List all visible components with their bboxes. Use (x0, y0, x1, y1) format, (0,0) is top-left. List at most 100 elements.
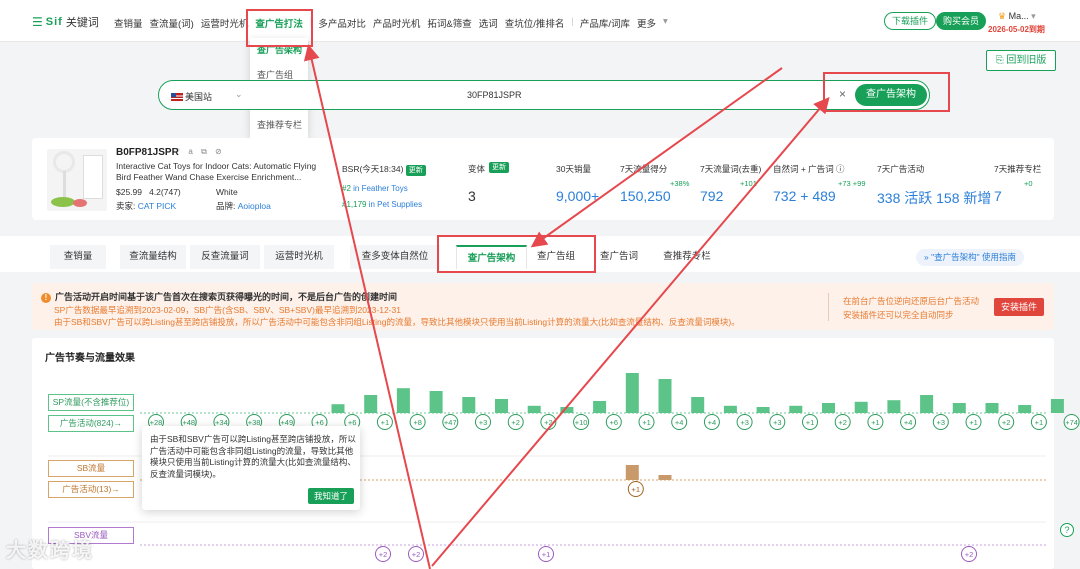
search-bar: 美国站 ⌄ 30FP81JSPR × 查广告架构 (158, 80, 930, 110)
tab-5[interactable]: 查广告架构 (456, 245, 527, 269)
tooltip-text: 由于SB和SBV广告可以跨Listing甚至跨店铺投放，所以广告活动中可能包含非… (150, 434, 356, 479)
chevron-down-icon[interactable]: ⌄ (235, 89, 243, 100)
nav-item[interactable]: 选词 (479, 16, 498, 30)
metric-value[interactable]: 732 + 489 (773, 188, 836, 204)
help-icon[interactable]: ? (1060, 523, 1074, 537)
notice-right-1: 在前台广告位逆向还原后台广告活动 (843, 296, 980, 306)
got-it-button[interactable]: 我知道了 (308, 488, 354, 504)
tab-4[interactable]: 查多变体自然位 (350, 245, 440, 269)
tab-7[interactable]: 查广告词 (590, 245, 648, 269)
download-plugin-button[interactable]: 下载插件 (884, 12, 937, 30)
metric-value[interactable]: 7 (994, 188, 1002, 204)
tab-2[interactable]: 反查流量词 (190, 245, 260, 269)
metric-value[interactable]: 792 (700, 188, 723, 204)
cross-listing-tooltip: 由于SB和SBV广告可以跨Listing甚至跨店铺投放，所以广告活动中可能包含非… (142, 426, 360, 510)
seller-label: 卖家: (116, 201, 136, 211)
notice-right-2: 安装插件还可以完全自动同步 (843, 310, 954, 320)
seller: 卖家: CAT PICK (116, 200, 176, 212)
crown-icon: ♛ (998, 11, 1007, 21)
nav-separator: | (571, 16, 574, 27)
metric-label: 7天流量得分 (620, 164, 668, 174)
update-badge[interactable]: 更新 (489, 162, 509, 173)
metric-label: 自然词 + 广告词 ⓘ (773, 164, 845, 174)
usage-guide-link[interactable]: » "查广告架构" 使用指南 (916, 249, 1025, 266)
search-input[interactable]: 30FP81JSPR (467, 90, 522, 100)
metric-change: +73 +99 (838, 179, 866, 188)
metric-value[interactable]: 338 活跃 158 新增 (877, 188, 991, 208)
rating: 4.2(747) (149, 187, 181, 197)
product-asin[interactable]: B0FP81JSPR (116, 147, 179, 158)
bsr-title: BSR(今天18:34) (342, 164, 404, 174)
tab-8[interactable]: 查推荐专栏 (654, 245, 720, 269)
top-navigation-bar: ☰ Sif 关键词 查销量 查流量(词) 运营时光机 查广告打法 | 多产品对比 产品时光机… (0, 0, 1080, 42)
brand-subtitle: 关键词 (65, 17, 99, 29)
metric-value[interactable]: 150,250 (620, 188, 671, 204)
nav-item[interactable]: 查坑位/推排名 (505, 16, 565, 30)
main-nav: 查销量 查流量(词) 运营时光机 查广告打法 | 多产品对比 产品时光机 拓词&筛查 选词 查坑位… (114, 16, 675, 30)
site-selector[interactable]: 美国站 (171, 90, 212, 103)
sb-campaigns-link[interactable]: 广告活动(13)→ (48, 481, 134, 498)
nav-separator: | (309, 16, 313, 27)
metric-label: 30天销量 (556, 164, 591, 174)
metric-change: +101 (740, 179, 757, 188)
product-image[interactable] (47, 149, 107, 211)
product-price-rating: $25.99 4.2(747) (116, 187, 181, 197)
rank1-number: #2 (342, 184, 351, 193)
old-version-label: 回到旧版 (1006, 55, 1047, 66)
sb-flow-legend[interactable]: SB流量 (48, 460, 134, 477)
rank-pet-supplies[interactable]: #1,179 in Pet Supplies (342, 200, 422, 209)
metric-value[interactable]: 3 (468, 188, 476, 204)
sp-flow-legend[interactable]: SP流量(不含推荐位) (48, 394, 134, 411)
nav-item[interactable]: 更多 (637, 16, 656, 30)
metric-change: +38% (670, 179, 690, 188)
guide-label: "查广告架构" 使用指南 (931, 252, 1017, 262)
dropdown-item[interactable]: 查推荐专栏 (250, 113, 308, 138)
old-version-button[interactable]: ⎘ 回到旧版 (986, 50, 1056, 71)
nav-item[interactable]: 拓词&筛查 (427, 16, 471, 30)
us-flag-icon (171, 93, 183, 101)
divider (828, 293, 829, 321)
rank2-category[interactable]: in Pet Supplies (369, 200, 422, 209)
nav-item[interactable]: 运营时光机 (201, 16, 249, 30)
product-title[interactable]: Interactive Cat Toys for Indoor Cats: Au… (116, 161, 321, 183)
brand-link[interactable]: Aoioploa (238, 201, 271, 211)
tab-3[interactable]: 运营时光机 (264, 245, 334, 269)
nav-item[interactable]: 查广告打法 (255, 16, 303, 30)
metric-value[interactable]: 9,000+ (556, 188, 599, 204)
price: $25.99 (116, 187, 142, 197)
metric-label: 变体 (468, 164, 486, 174)
rank-feather-toys[interactable]: #2 in Feather Toys (342, 184, 408, 193)
nav-item[interactable]: 产品时光机 (373, 16, 421, 30)
notice-line-2: 由于SB和SBV广告可以跨Listing甚至跨店铺投放，所以广告活动中可能包含非… (54, 317, 740, 327)
rank1-category[interactable]: in Feather Toys (353, 184, 408, 193)
update-badge[interactable]: 更新 (405, 165, 426, 176)
nav-item[interactable]: 产品库/词库 (580, 16, 630, 30)
buy-member-button[interactable]: 购买会员 (936, 12, 987, 30)
dropdown-item[interactable]: 查广告架构 (250, 38, 308, 63)
clear-icon[interactable]: × (839, 87, 846, 101)
nav-item[interactable]: 查流量(词) (150, 16, 194, 30)
search-button[interactable]: 查广告架构 (855, 84, 927, 106)
module-tabs: 查销量 查流量结构 反查流量词 运营时光机 查多变体自然位 查广告架构 查广告组 查广告词 查推… (0, 236, 1080, 272)
brand-name: Sif (45, 16, 63, 28)
double-chevron-icon: » (924, 252, 929, 262)
ad-notice-banner: ! 广告活动开启时间基于该广告首次在搜索页获得曝光的时间，不是后台广告的创建时间 … (32, 283, 1054, 330)
install-plugin-button[interactable]: 安装插件 (994, 298, 1044, 316)
tab-0[interactable]: 查销量 (50, 245, 106, 269)
site-label: 美国站 (185, 92, 213, 102)
tab-1[interactable]: 查流量结构 (120, 245, 186, 269)
logo[interactable]: ☰ Sif 关键词 (32, 14, 99, 30)
membership-expiry: 2026-05-02到期 (988, 25, 1045, 34)
notice-title: ! 广告活动开启时间基于该广告首次在搜索页获得曝光的时间，不是后台广告的创建时间 (41, 290, 397, 303)
asin-action-icons[interactable]: ♡ a ⧉ ⊘ (173, 147, 225, 157)
menu-icon[interactable]: ☰ (32, 15, 43, 29)
tab-6[interactable]: 查广告组 (527, 245, 585, 269)
watermark: 大数跨境 (6, 540, 94, 562)
nav-item[interactable]: 多产品对比 (318, 16, 366, 30)
warning-icon: ! (41, 293, 51, 303)
nav-item[interactable]: 查销量 (114, 16, 143, 30)
seller-link[interactable]: CAT PICK (138, 201, 176, 211)
sp-campaigns-link[interactable]: 广告活动(824)→ (48, 415, 134, 432)
chevron-down-icon[interactable]: ▾ (663, 16, 668, 30)
user-menu[interactable]: ♛ Ma... ▾ (998, 11, 1036, 22)
